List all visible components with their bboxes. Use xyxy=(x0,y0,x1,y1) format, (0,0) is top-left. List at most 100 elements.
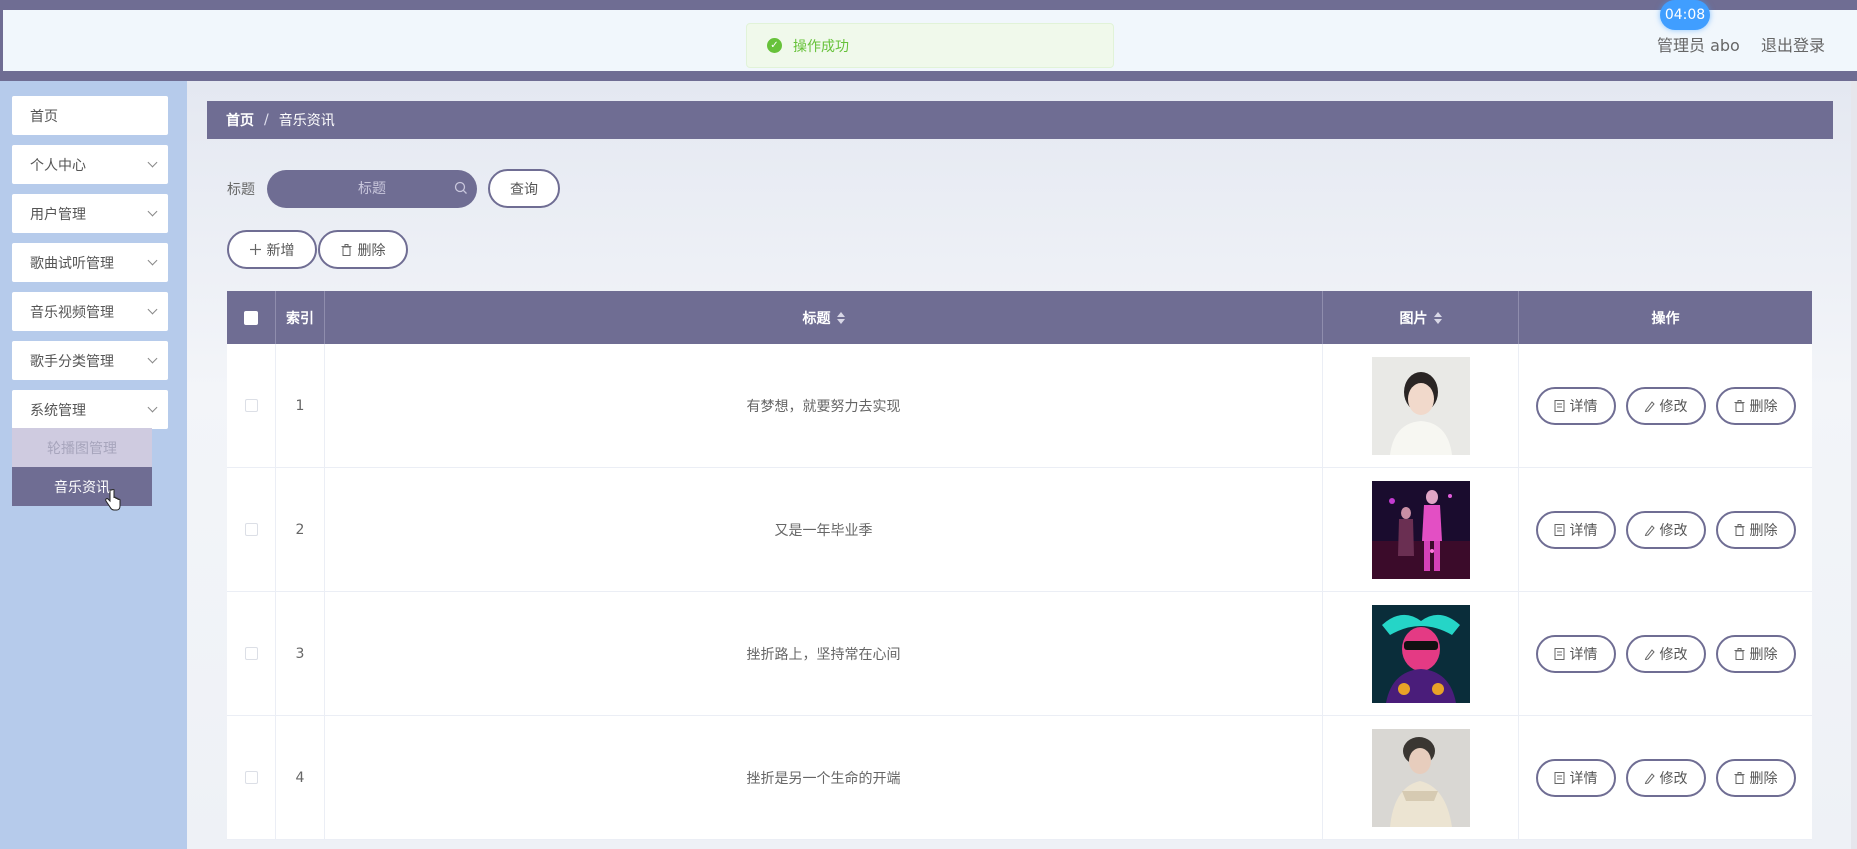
row-index: 2 xyxy=(276,468,325,591)
column-header-index: 索引 xyxy=(276,291,325,344)
row-ops: 详情 修改 删除 xyxy=(1519,592,1812,715)
edit-button[interactable]: 修改 xyxy=(1625,758,1706,797)
news-table: 索引 标题 图片 操作 1 有梦想，就要努力去实现 详情 修改 删除 2 又是一… xyxy=(227,291,1812,840)
trash-icon xyxy=(341,243,352,256)
delete-button[interactable]: 删除 xyxy=(1715,386,1796,425)
delete-button[interactable]: 删除 xyxy=(1715,510,1796,549)
edit-button[interactable]: 修改 xyxy=(1625,634,1706,673)
search-input[interactable] xyxy=(297,181,447,197)
news-thumbnail xyxy=(1371,728,1470,827)
add-button[interactable]: 新增 xyxy=(227,230,317,269)
submenu-item-carousel[interactable]: 轮播图管理 xyxy=(12,428,152,467)
edit-label: 修改 xyxy=(1659,398,1688,415)
table-row: 3 挫折路上，坚持常在心间 详情 修改 删除 xyxy=(227,592,1812,716)
sidebar-item-system[interactable]: 系统管理 xyxy=(12,390,168,429)
row-checkbox[interactable] xyxy=(244,771,258,784)
pencil-icon xyxy=(1644,400,1655,412)
search-label: 标题 xyxy=(227,182,255,198)
detail-button[interactable]: 详情 xyxy=(1535,386,1616,425)
column-header-image[interactable]: 图片 xyxy=(1323,291,1519,344)
query-button[interactable]: 查询 xyxy=(488,169,560,208)
news-thumbnail xyxy=(1371,604,1470,703)
row-image-cell xyxy=(1323,716,1519,839)
sort-icon xyxy=(836,311,845,324)
breadcrumb-home[interactable]: 首页 xyxy=(226,110,254,130)
sort-icon xyxy=(1433,311,1442,324)
sidebar-item-label: 歌曲试听管理 xyxy=(30,255,114,272)
column-header-title[interactable]: 标题 xyxy=(325,291,1323,344)
row-index: 4 xyxy=(276,716,325,839)
sidebar-item-music-video[interactable]: 音乐视频管理 xyxy=(12,292,168,331)
sidebar-item-label: 系统管理 xyxy=(30,402,86,419)
success-toast: ✓ 操作成功 xyxy=(746,23,1114,68)
sidebar-item-song-preview[interactable]: 歌曲试听管理 xyxy=(12,243,168,282)
column-header-title-label: 标题 xyxy=(802,310,831,327)
header-check-cell xyxy=(227,291,276,344)
sidebar-item-home[interactable]: 首页 xyxy=(12,96,168,135)
news-thumbnail xyxy=(1371,356,1470,455)
table-row: 2 又是一年毕业季 详情 修改 删除 xyxy=(227,468,1812,592)
chevron-down-icon xyxy=(147,255,158,266)
row-check-cell xyxy=(227,468,276,591)
sidebar-item-label: 个人中心 xyxy=(30,157,86,174)
plus-icon xyxy=(249,244,261,255)
delete-label: 删除 xyxy=(1749,646,1778,663)
trash-icon xyxy=(1734,399,1744,412)
toast-message: 操作成功 xyxy=(793,38,849,55)
row-checkbox[interactable] xyxy=(244,399,258,412)
delete-label: 删除 xyxy=(1749,770,1778,787)
row-check-cell xyxy=(227,344,276,467)
sidebar-item-label: 首页 xyxy=(30,108,58,125)
clock-badge: 04:08 xyxy=(1660,0,1710,30)
row-title: 又是一年毕业季 xyxy=(325,468,1323,591)
document-icon xyxy=(1554,523,1564,536)
row-ops: 详情 修改 删除 xyxy=(1519,716,1812,839)
news-thumbnail xyxy=(1371,480,1470,579)
edit-label: 修改 xyxy=(1659,770,1688,787)
delete-label: 删除 xyxy=(1749,398,1778,415)
delete-button[interactable]: 删除 xyxy=(1715,758,1796,797)
sidebar-item-personal-center[interactable]: 个人中心 xyxy=(12,145,168,184)
row-ops: 详情 修改 删除 xyxy=(1519,468,1812,591)
trash-icon xyxy=(1734,771,1744,784)
edit-label: 修改 xyxy=(1659,646,1688,663)
delete-button[interactable]: 删除 xyxy=(1715,634,1796,673)
detail-button[interactable]: 详情 xyxy=(1535,510,1616,549)
submenu-item-music-news[interactable]: 音乐资讯 xyxy=(12,467,152,506)
breadcrumb: 首页 / 音乐资讯 xyxy=(207,101,1833,139)
sidebar-item-label: 用户管理 xyxy=(30,206,86,223)
edit-button[interactable]: 修改 xyxy=(1625,510,1706,549)
user-label: 管理员 abo xyxy=(1657,36,1740,55)
row-index: 1 xyxy=(276,344,325,467)
check-circle-icon: ✓ xyxy=(767,38,782,53)
top-accent-strip xyxy=(0,0,1857,10)
page-scrollbar[interactable] xyxy=(1851,81,1857,849)
detail-button[interactable]: 详情 xyxy=(1535,758,1616,797)
logout-link[interactable]: 退出登录 xyxy=(1761,32,1825,56)
row-image-cell xyxy=(1323,344,1519,467)
hand-cursor-icon xyxy=(105,489,121,511)
row-title: 挫折是另一个生命的开端 xyxy=(325,716,1323,839)
sidebar-item-singer-category[interactable]: 歌手分类管理 xyxy=(12,341,168,380)
detail-button[interactable]: 详情 xyxy=(1535,634,1616,673)
row-image-cell xyxy=(1323,468,1519,591)
search-icon xyxy=(454,181,467,194)
chevron-down-icon xyxy=(147,304,158,315)
pencil-icon xyxy=(1644,648,1655,660)
batch-delete-button[interactable]: 删除 xyxy=(318,230,408,269)
edit-button[interactable]: 修改 xyxy=(1625,386,1706,425)
sidebar-item-user-management[interactable]: 用户管理 xyxy=(12,194,168,233)
row-image-cell xyxy=(1323,592,1519,715)
delete-label: 删除 xyxy=(1749,522,1778,539)
column-header-image-label: 图片 xyxy=(1399,310,1428,327)
column-header-ops: 操作 xyxy=(1651,310,1680,327)
trash-icon xyxy=(1734,523,1744,536)
table-row: 1 有梦想，就要努力去实现 详情 修改 删除 xyxy=(227,344,1812,468)
select-all-checkbox[interactable] xyxy=(244,310,258,325)
row-checkbox[interactable] xyxy=(244,647,258,660)
chevron-down-icon xyxy=(147,353,158,364)
chevron-down-icon xyxy=(147,206,158,217)
header-divider xyxy=(0,71,1857,81)
add-button-label: 新增 xyxy=(266,242,295,259)
row-checkbox[interactable] xyxy=(244,523,258,536)
